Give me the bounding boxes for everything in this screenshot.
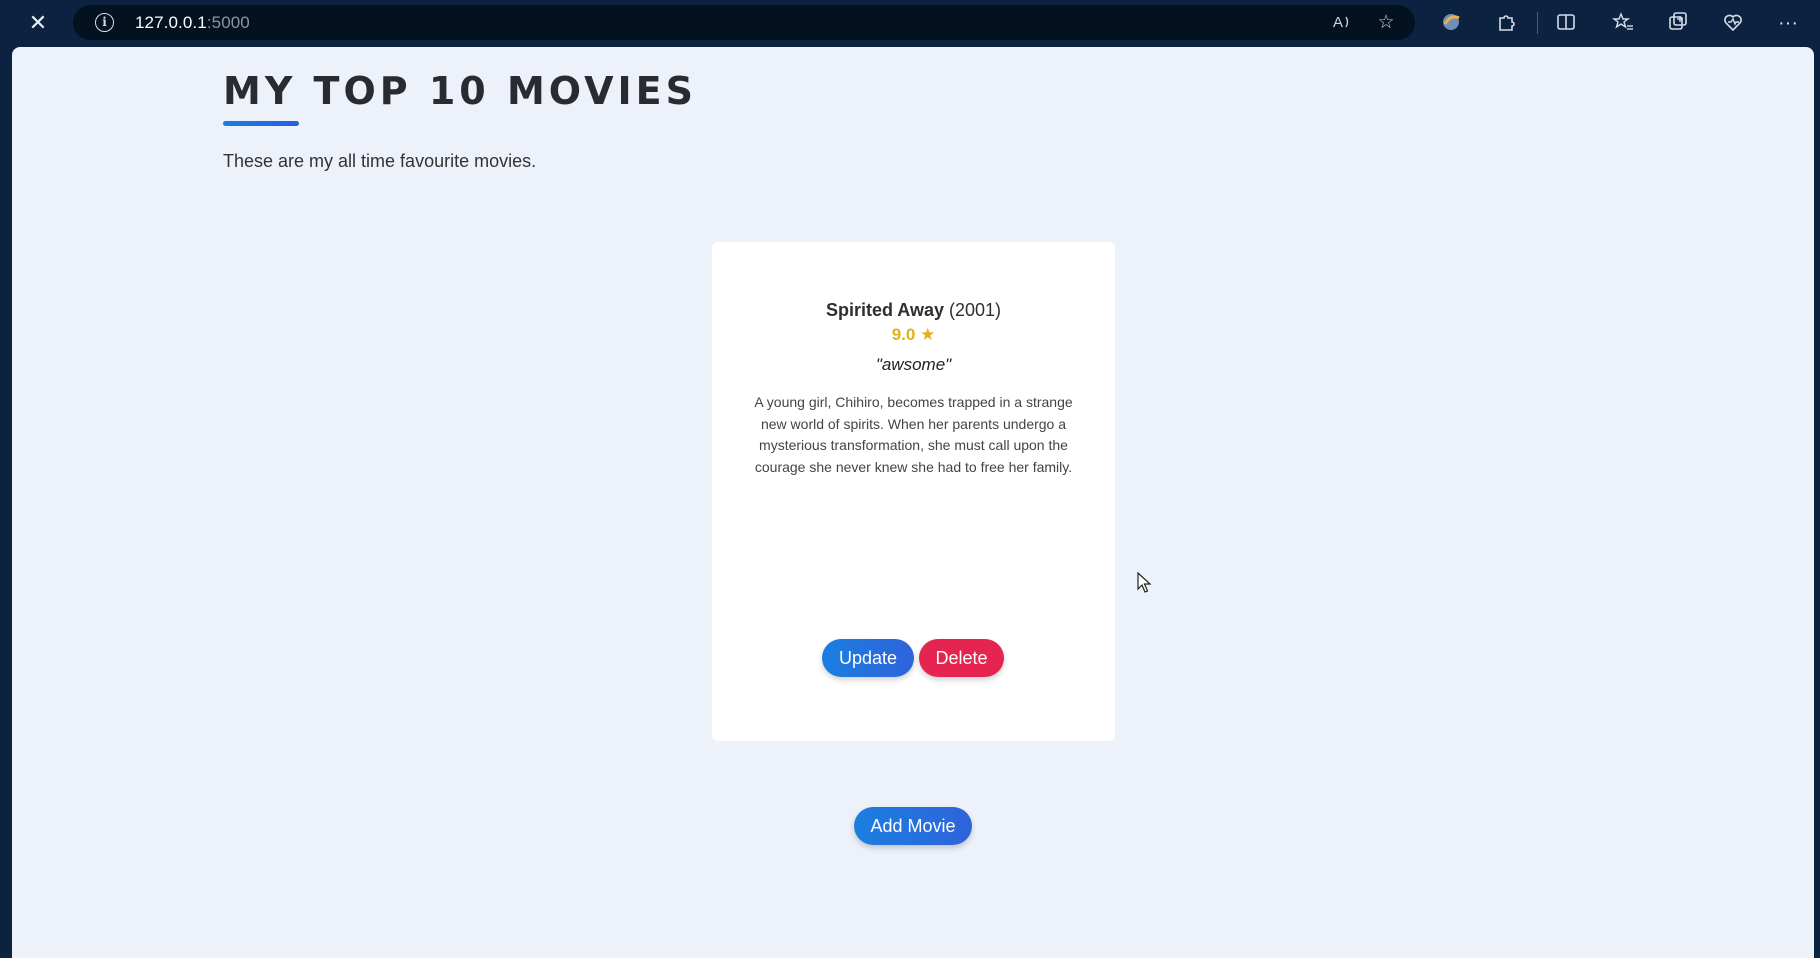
collections-icon[interactable] — [1665, 10, 1691, 36]
svg-text:A: A — [1333, 14, 1343, 31]
browser-toolbar: ✕ i 127.0.0.1:5000 A ☆ ··· — [0, 0, 1820, 46]
mouse-cursor-icon — [1137, 571, 1153, 594]
delete-button[interactable]: Delete — [919, 639, 1004, 677]
movie-year: (2001) — [949, 300, 1002, 320]
extensions-icon[interactable] — [1494, 10, 1520, 36]
movie-rating: 9.0 ★ — [712, 325, 1115, 345]
movie-name: Spirited Away — [825, 300, 944, 320]
url-port: :5000 — [206, 13, 250, 32]
more-icon[interactable]: ··· — [1775, 10, 1801, 36]
url-host: 127.0.0.1 — [135, 13, 207, 32]
favorite-star-icon[interactable]: ☆ — [1374, 11, 1398, 35]
page-viewport: MY TOP 10 MOVIES These are my all time f… — [12, 47, 1814, 958]
address-bar[interactable]: i 127.0.0.1:5000 A ☆ — [73, 5, 1415, 40]
info-icon[interactable]: i — [95, 13, 114, 32]
page-subtitle: These are my all time favourite movies. — [223, 151, 537, 171]
browser-essentials-icon[interactable] — [1720, 10, 1746, 36]
url-text[interactable]: 127.0.0.1:5000 — [135, 13, 250, 33]
star-icon: ★ — [920, 325, 936, 344]
movie-description: A young girl, Chihiro, becomes trapped i… — [754, 394, 1073, 475]
copilot-icon[interactable] — [1438, 10, 1464, 36]
title-underline — [223, 121, 299, 126]
add-movie-button[interactable]: Add Movie — [854, 807, 972, 845]
close-icon[interactable]: ✕ — [24, 10, 52, 36]
toolbar-separator — [1537, 12, 1538, 34]
split-screen-icon[interactable] — [1553, 10, 1579, 36]
movie-review: "awsome" — [875, 355, 952, 374]
favorites-icon[interactable] — [1610, 10, 1636, 36]
rating-value: 9.0 — [891, 325, 916, 344]
update-button[interactable]: Update — [822, 639, 914, 677]
movie-title: Spirited Away (2001) — [712, 300, 1115, 321]
movie-card: Spirited Away (2001) 9.0 ★ "awsome" A yo… — [712, 242, 1115, 741]
page-title: MY TOP 10 MOVIES — [223, 69, 697, 113]
read-aloud-icon[interactable]: A — [1331, 11, 1355, 35]
